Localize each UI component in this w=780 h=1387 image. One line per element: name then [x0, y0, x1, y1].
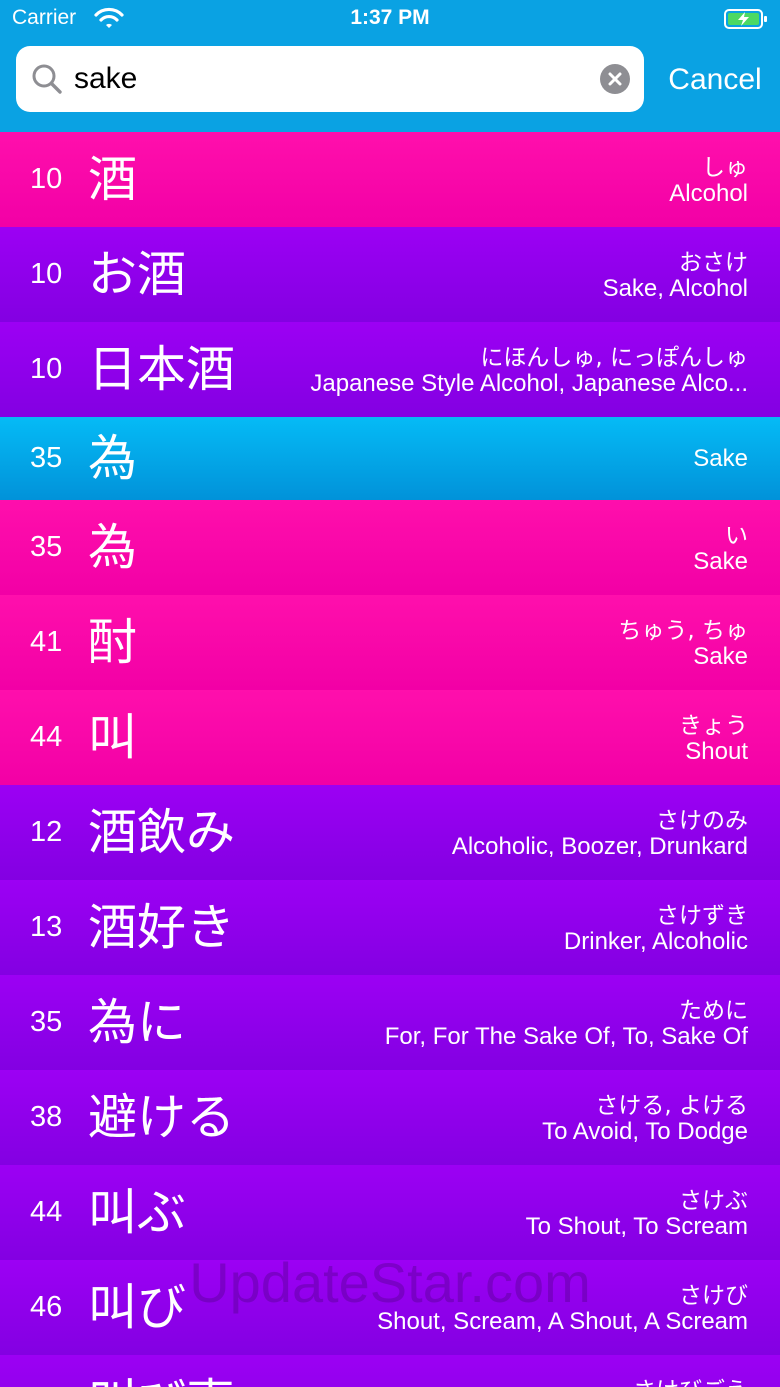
result-word: 酒飲み: [88, 804, 236, 861]
result-meaning: Drinker, Alcoholic: [563, 928, 748, 955]
clear-search-button[interactable]: [600, 64, 630, 94]
result-meaning: Alcoholic, Boozer, Drunkard: [451, 833, 748, 860]
result-word: 為に: [88, 994, 187, 1051]
search-header: Carrier 1:37 PM Cancel: [0, 0, 780, 132]
result-level: 35: [30, 1006, 63, 1038]
result-word: 避ける: [88, 1089, 236, 1146]
result-meaning: Sake: [693, 643, 748, 670]
result-reading: ために: [679, 998, 748, 1024]
result-reading: さけぶ: [679, 1188, 748, 1214]
result-word: 叫ぶ: [88, 1184, 187, 1241]
result-word: 叫び声: [88, 1355, 235, 1387]
result-row[interactable]: 35 為に ために For, For The Sake Of, To, Sake Of: [0, 975, 780, 1070]
result-level: 46: [30, 1291, 63, 1323]
search-bar: [16, 46, 644, 112]
result-row[interactable]: 35 為 Sake: [0, 417, 780, 500]
result-meaning: Sake, Alcohol: [602, 275, 748, 302]
result-meaning: To Avoid, To Dodge: [542, 1118, 748, 1145]
result-meaning: Sake: [693, 445, 748, 472]
result-meaning: Shout, Scream, A Shout, A Scream: [377, 1308, 748, 1335]
result-reading: さけのみ: [656, 808, 748, 834]
result-row[interactable]: 13 酒好き さけずき Drinker, Alcoholic: [0, 880, 780, 975]
result-meaning: For, For The Sake Of, To, Sake Of: [384, 1023, 748, 1050]
result-row[interactable]: 46 叫び さけび Shout, Scream, A Shout, A Scream: [0, 1260, 780, 1355]
result-meaning: Japanese Style Alcohol, Japanese Alco...: [310, 370, 748, 397]
status-time: 1:37 PM: [350, 6, 430, 29]
result-word: 日本酒: [88, 341, 236, 398]
result-row[interactable]: 38 避ける さける, よける To Avoid, To Dodge: [0, 1070, 780, 1165]
result-reading: にほんしゅ, にっぽんしゅ: [480, 345, 748, 371]
result-meaning: Alcohol: [669, 180, 748, 207]
result-reading: ちゅう, ちゅ: [618, 618, 748, 644]
result-row[interactable]: 叫び声さけびごえ: [0, 1355, 780, 1387]
result-reading: さける, よける: [595, 1093, 748, 1119]
result-word: 酎: [88, 614, 138, 671]
result-row[interactable]: 10 お酒 おさけ Sake, Alcohol: [0, 227, 780, 322]
search-icon: [32, 64, 62, 94]
result-level: 12: [30, 816, 63, 848]
result-level: 41: [30, 626, 63, 658]
result-word: 叫: [88, 709, 138, 766]
result-reading: さけずき: [656, 903, 748, 929]
clear-icon: [608, 72, 622, 86]
result-row[interactable]: 12 酒飲み さけのみ Alcoholic, Boozer, Drunkard: [0, 785, 780, 880]
battery-charging-icon: [724, 9, 767, 29]
status-bar: Carrier 1:37 PM: [0, 0, 780, 40]
result-level: 38: [30, 1101, 63, 1133]
result-level: 10: [30, 353, 63, 385]
result-row[interactable]: 10 日本酒 にほんしゅ, にっぽんしゅ Japanese Style Alcohol…: [0, 322, 780, 417]
cancel-button[interactable]: Cancel: [660, 56, 770, 104]
result-reading: おさけ: [679, 250, 748, 276]
result-reading: きょう: [679, 713, 748, 739]
search-input[interactable]: [74, 46, 594, 112]
result-meaning: Sake: [693, 548, 748, 575]
result-meaning: To Shout, To Scream: [525, 1213, 748, 1240]
result-level: 35: [30, 531, 63, 563]
result-word: 酒好き: [88, 899, 236, 956]
results-list: 10 酒 しゅ Alcohol 10 お酒 おさけ Sake, Alcohol 10 日本酒 にほん…: [0, 132, 780, 1387]
result-reading: い: [725, 523, 748, 549]
result-level: 10: [30, 163, 63, 195]
result-word: お酒: [88, 246, 187, 303]
result-level: 13: [30, 911, 63, 943]
result-level: 44: [30, 721, 63, 753]
result-word: 為: [88, 519, 138, 576]
result-level: 35: [30, 442, 63, 474]
result-row[interactable]: 10 酒 しゅ Alcohol: [0, 132, 780, 227]
result-word: 為: [88, 430, 138, 487]
result-word: 叫び: [88, 1279, 187, 1336]
result-row[interactable]: 44 叫 きょう Shout: [0, 690, 780, 785]
result-meaning: Shout: [685, 738, 748, 765]
result-row[interactable]: 35 為 い Sake: [0, 500, 780, 595]
result-row[interactable]: 41 酎 ちゅう, ちゅ Sake: [0, 595, 780, 690]
result-reading: しゅ: [702, 155, 748, 181]
result-reading: さけびごえ: [633, 1371, 748, 1387]
result-reading: さけび: [679, 1283, 748, 1309]
result-row[interactable]: 44 叫ぶ さけぶ To Shout, To Scream: [0, 1165, 780, 1260]
result-word: 酒: [88, 151, 138, 208]
result-level: 10: [30, 258, 63, 290]
result-level: 44: [30, 1196, 63, 1228]
